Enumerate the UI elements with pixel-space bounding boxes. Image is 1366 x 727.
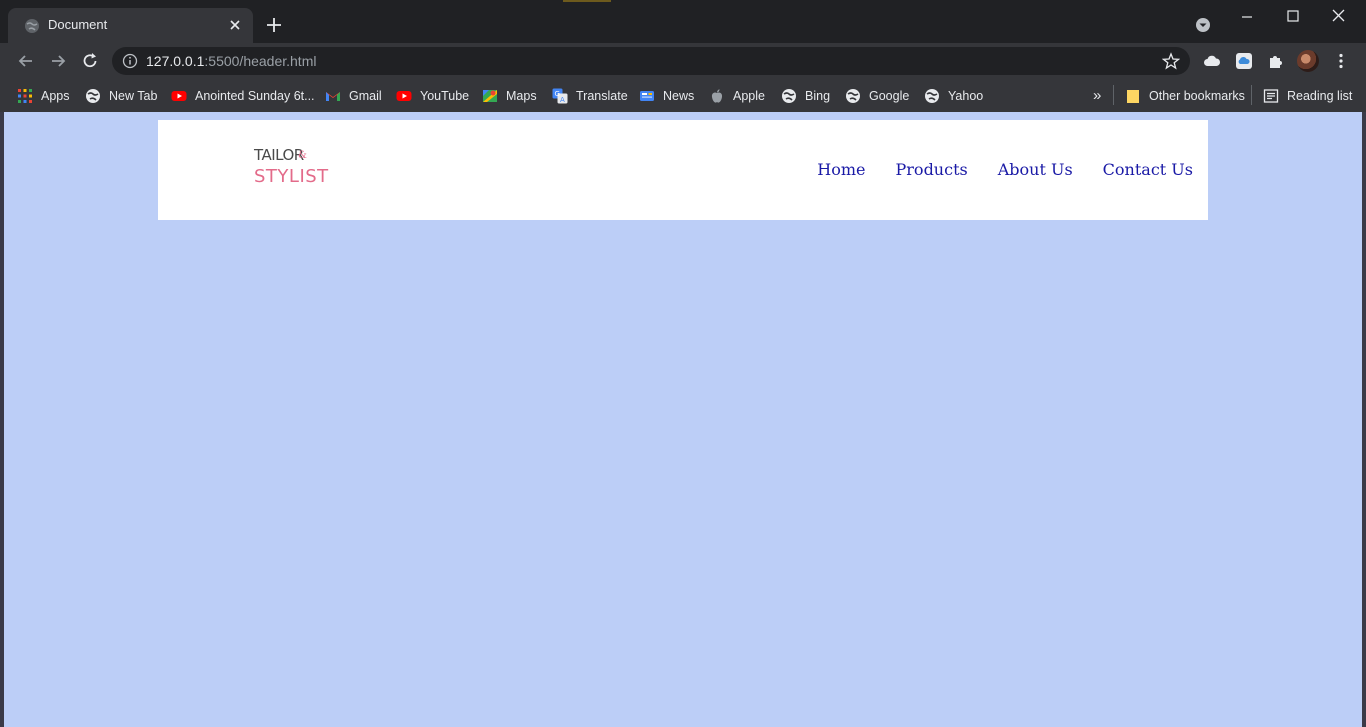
bookmark-news[interactable]: News <box>639 79 694 112</box>
youtube-icon <box>171 90 187 101</box>
close-icon[interactable] <box>226 16 244 34</box>
nav-link-products[interactable]: Products <box>896 160 968 179</box>
maps-icon <box>483 89 497 102</box>
site-info-icon[interactable] <box>122 53 138 69</box>
forward-arrow-icon[interactable] <box>48 51 68 71</box>
site-logo[interactable]: TAILOR & STYLIST <box>254 146 328 192</box>
new-tab-icon[interactable] <box>263 14 285 36</box>
nav-link-home[interactable]: Home <box>817 160 865 179</box>
browser-toolbar: 127.0.0.1:5500/header.html <box>0 43 1366 79</box>
bookmark-label: Anointed Sunday 6t... <box>195 88 315 103</box>
globe-icon <box>846 88 860 103</box>
bookmarks-separator <box>1251 85 1252 105</box>
bookmark-yahoo[interactable]: Yahoo <box>924 79 983 112</box>
bookmark-label: Apple <box>733 88 765 103</box>
gmail-icon <box>326 91 340 101</box>
bookmark-other-bookmarks[interactable]: Other bookmarks <box>1125 79 1245 112</box>
bookmarks-bar: Apps New Tab Anointed Sunday 6t... Gmail… <box>0 79 1366 112</box>
globe-icon <box>86 88 100 103</box>
titlebar-accent <box>563 0 611 2</box>
svg-text:A: A <box>560 96 565 104</box>
reload-icon[interactable] <box>80 51 100 71</box>
bookmark-label: Maps <box>506 88 537 103</box>
main-nav: Home Products About Us Contact Us <box>817 160 1193 179</box>
bookmark-label: New Tab <box>109 88 158 103</box>
apple-icon <box>711 88 723 103</box>
url-host: 127.0.0.1 <box>146 53 205 69</box>
translate-icon: GA <box>552 88 568 104</box>
bookmark-maps[interactable]: Maps <box>482 79 537 112</box>
folder-icon <box>1127 89 1139 103</box>
bookmark-translate[interactable]: GA Translate <box>552 79 628 112</box>
bookmark-label: Reading list <box>1287 88 1353 103</box>
youtube-icon <box>396 90 412 101</box>
bookmark-label: Google <box>869 88 910 103</box>
globe-icon <box>782 88 796 103</box>
reading-list-icon <box>1263 88 1279 103</box>
news-icon <box>640 90 654 101</box>
tab-title: Document <box>48 17 108 32</box>
address-bar[interactable]: 127.0.0.1:5500/header.html <box>112 47 1190 75</box>
bookmark-label: Other bookmarks <box>1149 88 1245 103</box>
logo-ampersand: & <box>298 150 307 161</box>
bookmark-label: Apps <box>41 88 70 103</box>
tab-search-icon[interactable] <box>1194 16 1212 34</box>
apps-grid-icon <box>18 88 32 103</box>
globe-icon <box>925 88 939 103</box>
bookmark-label: YouTube <box>420 88 470 103</box>
bookmark-new-tab[interactable]: New Tab <box>85 79 157 112</box>
globe-icon <box>25 19 39 33</box>
url-text[interactable]: 127.0.0.1:5500/header.html <box>146 53 316 69</box>
logo-text-top: TAILOR <box>254 146 304 164</box>
bookmark-youtube[interactable]: YouTube <box>396 79 469 112</box>
browser-titlebar: Document <box>0 0 1366 43</box>
kebab-menu-icon[interactable] <box>1332 52 1350 70</box>
profile-avatar[interactable] <box>1297 50 1319 72</box>
minimize-icon[interactable] <box>1236 6 1258 28</box>
site-header: TAILOR & STYLIST Home Products About Us … <box>158 120 1208 220</box>
bookmark-label: News <box>663 88 695 103</box>
maximize-icon[interactable] <box>1282 6 1304 28</box>
logo-text-bottom: STYLIST <box>254 166 329 187</box>
bookmarks-separator <box>1113 85 1114 105</box>
bookmarks-overflow-button[interactable]: » <box>1093 79 1101 112</box>
bookmark-star-icon[interactable] <box>1162 52 1180 70</box>
bookmark-label: Gmail <box>349 88 382 103</box>
reading-list-button[interactable]: Reading list <box>1263 79 1352 112</box>
page-viewport: TAILOR & STYLIST Home Products About Us … <box>4 112 1362 727</box>
bookmark-apps[interactable]: Apps <box>17 79 70 112</box>
nav-link-about-us[interactable]: About Us <box>998 160 1073 179</box>
extensions-puzzle-icon[interactable] <box>1267 52 1285 70</box>
nav-link-contact-us[interactable]: Contact Us <box>1103 160 1193 179</box>
bookmark-bing[interactable]: Bing <box>781 79 830 112</box>
back-arrow-icon[interactable] <box>16 51 36 71</box>
bookmark-label: Translate <box>576 88 628 103</box>
bookmark-gmail[interactable]: Gmail <box>325 79 382 112</box>
bookmark-google[interactable]: Google <box>845 79 909 112</box>
bookmark-apple[interactable]: Apple <box>709 79 765 112</box>
bookmark-anointed-sunday[interactable]: Anointed Sunday 6t... <box>171 79 315 112</box>
url-path: :5500/header.html <box>204 53 317 69</box>
browser-tab[interactable]: Document <box>8 8 253 43</box>
cloud-extension-icon[interactable] <box>1203 52 1221 70</box>
icloud-extension-icon[interactable] <box>1235 52 1253 70</box>
window-close-icon[interactable] <box>1328 6 1350 28</box>
bookmark-label: Yahoo <box>948 88 984 103</box>
chevron-double-right-icon: » <box>1093 87 1102 104</box>
bookmark-label: Bing <box>805 88 831 103</box>
